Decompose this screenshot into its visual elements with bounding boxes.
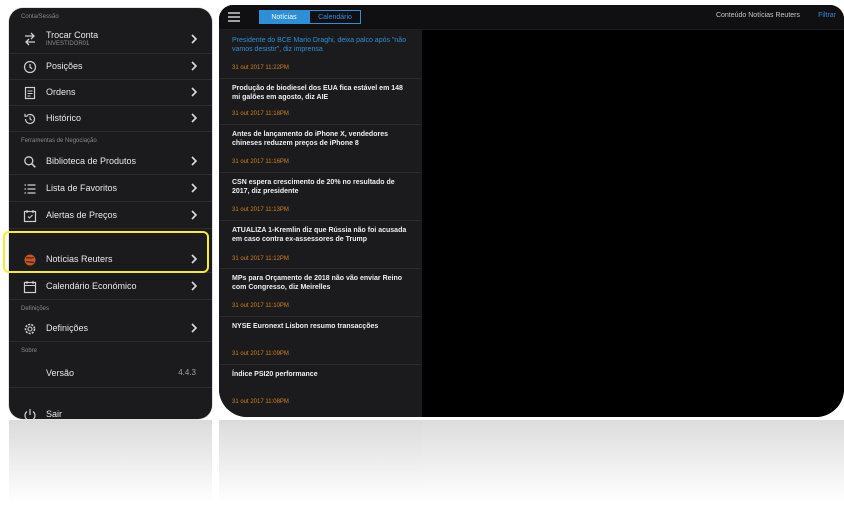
- version-row: Versão 4.4.3: [9, 359, 212, 388]
- news-tablet: Notícias Calendário Conteúdo Notícias Re…: [219, 5, 844, 417]
- news-date: 31 out 2017 11:10PM: [232, 303, 289, 309]
- chevron-right-icon: [191, 61, 198, 71]
- sidebar-item-label: Histórico: [46, 113, 82, 123]
- section-header-account: Conta/Sessão: [21, 14, 59, 20]
- news-date: 31 out 2017 11:16PM: [232, 159, 289, 165]
- sidebar-item-switch-account[interactable]: Trocar Conta INVESTIDOR01: [9, 23, 212, 54]
- document-icon: [24, 86, 36, 100]
- sidebar-item-label: Ordens: [46, 87, 76, 97]
- sidebar-item-economic-calendar[interactable]: Calendário Económico: [9, 274, 212, 300]
- sidebar-item-label: Trocar Conta: [46, 30, 99, 40]
- sidebar-item-price-alerts[interactable]: Alertas de Preços: [9, 203, 212, 229]
- news-headline: CSN espera crescimento de 20% no resulta…: [232, 179, 395, 195]
- sidebar-item-label: Calendário Económico: [46, 281, 137, 291]
- section-header-tools: Ferramentas de Negociação: [21, 138, 97, 144]
- section-header-about: Sobre: [21, 348, 38, 354]
- list-item[interactable]: ATUALIZA 1-Kremlin diz que Rússia não fo…: [219, 220, 422, 269]
- chevron-right-icon: [191, 113, 198, 123]
- news-headline: Antes de lançamento do iPhone X, vendedo…: [232, 131, 388, 147]
- sidebar-item-label: Biblioteca de Produtos: [46, 156, 137, 166]
- gear-icon: [24, 323, 36, 335]
- highlight-box: [3, 231, 209, 273]
- sidebar-item-positions[interactable]: Posições: [9, 54, 212, 80]
- list-item[interactable]: MPs para Orçamento de 2018 não vão envia…: [219, 268, 422, 317]
- chevron-right-icon: [191, 183, 198, 193]
- list-item[interactable]: CSN espera crescimento de 20% no resulta…: [219, 172, 422, 221]
- calendar-icon: [23, 281, 37, 294]
- list-icon: [24, 184, 36, 194]
- news-headline: Índice PSI20 performance: [232, 371, 318, 378]
- chevron-right-icon: [191, 210, 198, 220]
- logout-button[interactable]: Sair: [9, 404, 212, 419]
- power-icon: [24, 409, 36, 419]
- chevron-right-icon: [191, 87, 198, 97]
- sidebar-item-label: Alertas de Preços: [46, 210, 118, 220]
- list-item[interactable]: Presidente do BCE Mario Draghi, deixa pa…: [219, 30, 422, 79]
- news-list: Presidente do BCE Mario Draghi, deixa pa…: [219, 30, 422, 417]
- version-value: 4.4.3: [178, 368, 196, 377]
- reflection-fade: [9, 420, 212, 517]
- list-item[interactable]: Antes de lançamento do iPhone X, vendedo…: [219, 124, 422, 173]
- sidebar-item-orders[interactable]: Ordens: [9, 80, 212, 106]
- chevron-right-icon: [191, 281, 198, 291]
- sidebar-item-product-library[interactable]: Biblioteca de Produtos: [9, 149, 212, 175]
- news-date: 31 out 2017 11:18PM: [232, 111, 289, 117]
- news-date: 31 out 2017 11:09PM: [232, 351, 289, 357]
- news-date: 31 out 2017 11:08PM: [232, 399, 289, 405]
- sidebar-item-history[interactable]: Histórico: [9, 106, 212, 132]
- list-item[interactable]: Índice PSI20 performance 31 out 2017 11:…: [219, 364, 422, 416]
- tab-calendar[interactable]: Calendário: [309, 10, 361, 24]
- news-source-label: Conteúdo Notícias Reuters: [715, 12, 800, 19]
- switch-arrows-icon: [25, 32, 35, 46]
- hamburger-menu-icon[interactable]: [227, 11, 241, 23]
- top-bar: Notícias Calendário Conteúdo Notícias Re…: [219, 5, 844, 30]
- news-headline: Presidente do BCE Mario Draghi, deixa pa…: [232, 37, 407, 53]
- news-headline: NYSE Euronext Lisbon resumo transacções: [232, 323, 379, 330]
- sidebar-item-label: Posições: [46, 61, 83, 71]
- list-item[interactable]: NYSE Euronext Lisbon resumo transacções …: [219, 316, 422, 365]
- history-icon: [24, 113, 36, 125]
- section-header-settings: Definições: [21, 306, 50, 312]
- chevron-right-icon: [191, 34, 198, 44]
- chevron-right-icon: [191, 323, 198, 333]
- alarm-calendar-icon: [23, 210, 37, 223]
- news-headline: Produção de biodiesel dos EUA fica estáv…: [232, 85, 403, 101]
- version-label: Versão: [46, 368, 75, 378]
- news-detail-pane: [422, 30, 844, 417]
- phone-reflection: [9, 420, 212, 517]
- news-date: 31 out 2017 11:12PM: [232, 256, 289, 262]
- filter-button[interactable]: Filtrar: [818, 12, 836, 19]
- news-date: 31 out 2017 11:22PM: [232, 65, 289, 71]
- sidebar-item-watchlist[interactable]: Lista de Favoritos: [9, 176, 212, 202]
- logout-label: Sair: [46, 409, 63, 419]
- clock-icon: [23, 60, 37, 74]
- sidebar-item-label: Lista de Favoritos: [46, 183, 118, 193]
- sidebar-item-label: Definições: [46, 323, 89, 333]
- search-icon: [24, 156, 36, 168]
- news-headline: MPs para Orçamento de 2018 não vão envia…: [232, 275, 403, 291]
- chevron-right-icon: [191, 156, 198, 166]
- news-headline: ATUALIZA 1-Kremlin diz que Rússia não fo…: [232, 227, 407, 243]
- reflection-fade: [219, 420, 844, 517]
- account-id: INVESTIDOR01: [46, 41, 90, 47]
- tablet-reflection: [219, 420, 844, 517]
- news-date: 31 out 2017 11:13PM: [232, 207, 289, 213]
- tab-news[interactable]: Notícias: [259, 10, 309, 24]
- sidebar-menu: Conta/Sessão Trocar Conta INVESTIDOR01 P…: [9, 8, 212, 419]
- sidebar-item-settings[interactable]: Definições: [9, 316, 212, 342]
- list-item[interactable]: Produção de biodiesel dos EUA fica estáv…: [219, 78, 422, 125]
